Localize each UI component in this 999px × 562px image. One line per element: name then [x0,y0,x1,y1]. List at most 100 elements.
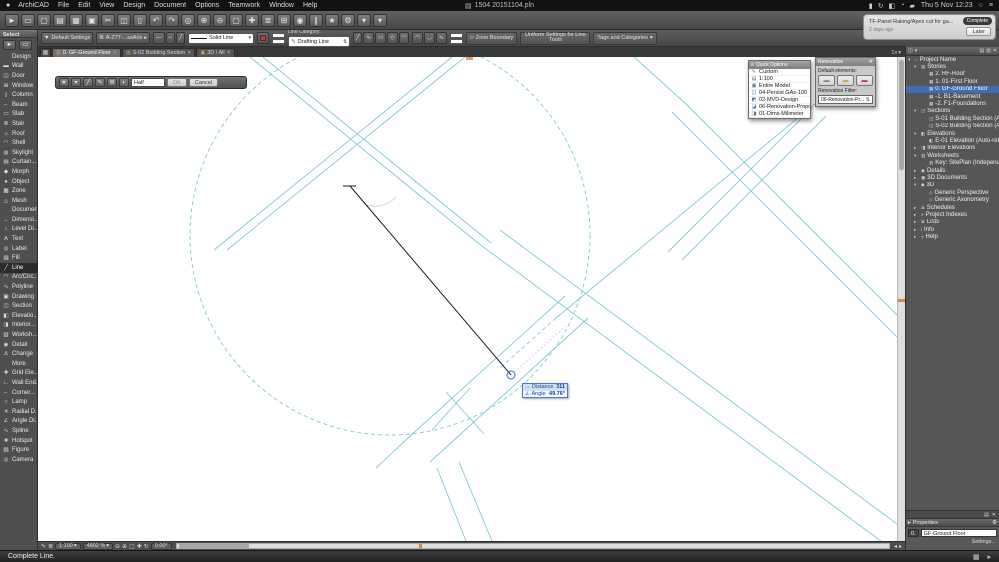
navigator-tree-item[interactable]: ▾ ◆ 3D [906,182,999,189]
navigator-tree-item[interactable]: ▸ ≣ Lists [906,219,999,226]
navigator-tree-item[interactable]: ◫ S-01 Building Section (Auto-re... [906,115,999,122]
favorites-icon[interactable]: ★ [325,13,339,27]
tree-expand-icon[interactable]: ▾ [914,64,919,70]
menu-item[interactable]: View [99,2,114,9]
menu-item[interactable]: Window [269,2,294,9]
scroll-right-icon[interactable]: ▸ [899,543,902,550]
orbit-icon[interactable]: ↻ [144,543,149,550]
navigator-tree-item[interactable]: ▸ ▣ 3D Documents [906,174,999,181]
navigator-tree-item[interactable]: ▸ ≣ Schedules [906,204,999,211]
toolbox-item[interactable]: ≣ Stair [0,119,37,129]
toolbox-item[interactable]: ◆ Morph [0,167,37,177]
menu-item[interactable]: Options [195,2,219,9]
layer-icon[interactable]: ≣ [107,78,117,87]
tree-expand-icon[interactable]: ▾ [914,108,919,114]
pen-color-icon[interactable]: ✎ [95,78,105,87]
line-category-combo[interactable]: ✎ Drafting Line ⇅ [288,36,351,47]
tree-expand-icon[interactable]: ▸ [914,168,919,174]
tracker-angle-row[interactable]: ∠ Angle 49.76° [523,391,567,398]
options-icon[interactable]: ⚙ [341,13,355,27]
toolbox-item[interactable]: ◫ Section [0,301,37,311]
time-machine-icon[interactable]: ↻ [878,2,884,10]
tree-expand-icon[interactable]: ▾ [914,153,919,159]
toolbox-item[interactable]: ⌐ Beam [0,100,37,110]
scale-selector[interactable]: 1:100 ▾ [55,542,81,550]
line-weight-icon[interactable]: — [153,32,165,44]
paste-icon[interactable]: ▯ [133,13,147,27]
keyboard-shortcut-icon[interactable]: ▦ [973,553,980,561]
toolbox-item[interactable]: ∿ Polyline [0,282,37,292]
toolbox-item[interactable]: ⌐ Corner... [0,388,37,398]
pen-color-button[interactable] [257,32,270,44]
toolbox-item[interactable]: ⊞ Window [0,81,37,91]
undo-icon[interactable]: ↶ [149,13,163,27]
navigator-tree-item[interactable]: ▸ ? Help [906,233,999,240]
toolbox-item[interactable]: ∿ Spline [0,426,37,436]
close-panel-icon[interactable]: ✕ [992,512,996,518]
menu-item[interactable]: Design [123,2,145,9]
menu-item[interactable]: ArchiCAD [18,2,49,9]
pen-style-icon[interactable]: ╱ [175,32,186,44]
angle-value[interactable]: 49.76° [549,391,565,397]
notification-center-icon[interactable]: ≡ [989,2,993,9]
tree-expand-icon[interactable]: ▸ [914,227,919,233]
grid-snap-icon[interactable]: ⊞ [277,13,291,27]
marquee-icon[interactable]: ▭ [21,13,35,27]
layers-icon[interactable]: ≣ [261,13,275,27]
settings-dialog-icon[interactable]: ▾ [71,78,81,87]
list-view-icon[interactable]: ▤ [984,512,989,518]
tags-categories-button[interactable]: Tags and Categories ▾ [593,31,657,45]
toolbox-item[interactable]: ▧ Figure [0,445,37,455]
navigator-tree-item[interactable]: ▦ -1. B1-Basement [906,93,999,100]
dash-style-icon[interactable]: ┄ [165,32,175,44]
navigator-tree-item[interactable]: ◇ Generic Axonometry [906,196,999,203]
tree-expand-icon[interactable]: ▾ [914,131,919,137]
zone-boundary-toggle[interactable]: ▱ Zone Boundary [465,31,518,45]
zoom-in-icon[interactable]: ⊕ [197,13,211,27]
orientation-field[interactable]: 0.00° [150,542,172,550]
navigator-tree-item[interactable]: ◧ E-01 Elevation (Auto-rebuild M... [906,137,999,144]
navigator-tree-item[interactable]: ▦ 2. RF-Roof [906,71,999,78]
favorites-icon[interactable]: ★ [59,78,69,87]
toolbox-item[interactable]: ◎ Camera [0,455,37,465]
close-icon[interactable]: ✕ [993,48,997,54]
zoom-in-icon[interactable]: ⊕ [122,543,127,550]
toolbox-item[interactable]: More [0,359,37,369]
toolbox-item[interactable]: ▨ Fill [0,253,37,263]
story-name-field[interactable]: GF-Ground Floor [920,529,997,537]
toolbox-item[interactable]: ◫ Door [0,71,37,81]
toolbox-item[interactable]: ✚ Hotspot [0,436,37,446]
cut-icon[interactable]: ✂ [101,13,115,27]
properties-header[interactable]: ▸ Properties ⚙ [906,519,999,527]
geometry-method-icon[interactable]: ╱ [83,78,93,87]
menu-item[interactable]: Help [303,2,317,9]
expand-status-icon[interactable]: ▸ [987,553,991,561]
properties-expand-icon[interactable]: ▸ [908,520,911,526]
tangent-arc-icon[interactable]: ◡ [424,32,435,44]
tab-organizer-icon[interactable]: ▦ [40,48,51,57]
find-select-icon[interactable]: ◎ [181,13,195,27]
pen-set-icon[interactable]: ✎ [41,543,46,550]
pan-hand-icon[interactable]: ✚ [137,543,142,550]
zoom-out-icon[interactable]: ⊖ [213,13,227,27]
zoom-out-icon[interactable]: ⊖ [115,543,120,550]
horizontal-scrollbar-thumb[interactable] [178,544,249,548]
toolbox-item[interactable]: ▭ Slab [0,110,37,120]
later-button[interactable]: Later [966,27,991,36]
toolbox-item[interactable]: ⌂ Roof [0,129,37,139]
view-dropdown-icon[interactable]: ▾ [357,13,371,27]
tree-expand-icon[interactable]: ▾ [914,182,919,188]
bluetooth-icon[interactable]: ◧ [889,2,896,10]
uniform-settings-button[interactable]: Uniform Settings for Line Tools [520,31,591,45]
spotlight-icon[interactable]: ○ [979,2,983,9]
quick-option-item[interactable]: ◨ 01-Dims-Milimeter [749,111,810,118]
ok-button[interactable]: OK [167,78,187,87]
toolbox-item[interactable]: ◎ Label [0,244,37,254]
navigator-tree-item[interactable]: ◫ S-02 Building Section (Auto-re... [906,123,999,130]
apple-logo-icon[interactable]: ● [6,2,10,9]
drawing-canvas[interactable] [38,57,897,541]
navigator-tree-item[interactable]: ▾ ▥ Worksheets [906,152,999,159]
tree-expand-icon[interactable]: ▸ [914,212,919,218]
wifi-icon[interactable]: ◔ [900,2,904,10]
navigator-tree-item[interactable]: ▸ ◉ Details [906,167,999,174]
